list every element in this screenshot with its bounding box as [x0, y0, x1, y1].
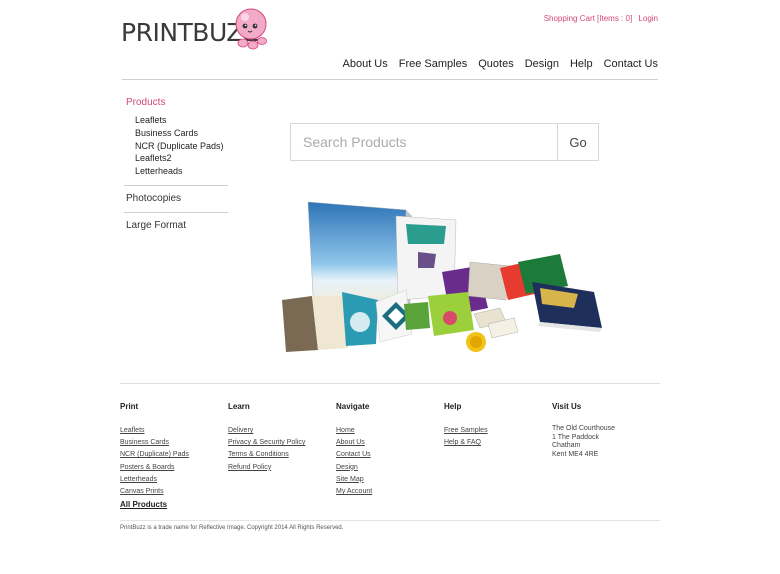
footer-heading: Visit Us	[552, 402, 582, 411]
footer-link-terms[interactable]: Terms & Conditions	[228, 449, 328, 461]
logo-text-print: PRINT	[121, 18, 193, 47]
footer-column-help: Help Free Samples Help & FAQ	[444, 402, 544, 449]
login-link[interactable]: Login	[638, 14, 658, 23]
product-showcase-image	[282, 201, 602, 352]
sidebar-divider	[124, 184, 228, 186]
search-box: Go	[290, 123, 599, 161]
footer-column-navigate: Navigate Home About Us Contact Us Design…	[336, 402, 436, 498]
footer-link-free-samples[interactable]: Free Samples	[444, 425, 544, 437]
search-go-button[interactable]: Go	[557, 124, 598, 160]
footer-heading: Learn	[228, 402, 250, 411]
address-line: 1 The Paddock	[552, 433, 599, 441]
footer-link-letterheads[interactable]: Letterheads	[120, 474, 220, 486]
shopping-cart-link[interactable]: Shopping Cart [Items : 0]	[544, 14, 633, 23]
footer-link-all-products[interactable]: All Products	[120, 498, 220, 512]
address-line: Kent ME4 4RE	[552, 450, 599, 458]
footer-link-about-us[interactable]: About Us	[336, 437, 436, 449]
sidebar-category-products[interactable]: Products	[126, 97, 228, 108]
footer-link-delivery[interactable]: Delivery	[228, 425, 328, 437]
footer-link-business-cards[interactable]: Business Cards	[120, 437, 220, 449]
address-line: Chatham	[552, 442, 581, 450]
account-bar: Shopping Cart [Items : 0] Login	[540, 14, 658, 23]
address-line: The Old Courthouse	[552, 425, 616, 432]
footer-link-posters-boards[interactable]: Posters & Boards	[120, 462, 220, 474]
footer-column-print: Print Leaflets Business Cards NCR (Dupli…	[120, 402, 220, 512]
nav-contact-us[interactable]: Contact Us	[604, 58, 658, 70]
sidebar: Products Leaflets Business Cards NCR (Du…	[124, 97, 228, 232]
footer-link-leaflets[interactable]: Leaflets	[120, 425, 220, 437]
sidebar-item-ncr[interactable]: NCR (Duplicate Pads)	[135, 140, 228, 153]
footer-heading: Print	[120, 402, 139, 411]
copyright-divider	[120, 520, 660, 521]
footer-link-home[interactable]: Home	[336, 425, 436, 437]
nav-about-us[interactable]: About Us	[343, 58, 388, 70]
search-input[interactable]	[291, 124, 557, 160]
footer-link-site-map[interactable]: Site Map	[336, 474, 436, 486]
footer-link-canvas-prints[interactable]: Canvas Prints	[120, 486, 220, 498]
logo[interactable]: PRINTBUZZ	[121, 6, 271, 54]
nav-quotes[interactable]: Quotes	[478, 58, 513, 70]
sidebar-category-large-format[interactable]: Large Format	[126, 219, 228, 232]
footer-link-privacy-policy[interactable]: Privacy & Security Policy	[228, 437, 328, 449]
sidebar-item-letterheads[interactable]: Letterheads	[135, 165, 228, 178]
main-nav: About Us Free Samples Quotes Design Help…	[343, 58, 659, 70]
footer-column-learn: Learn Delivery Privacy & Security Policy…	[228, 402, 328, 474]
sidebar-item-leaflets[interactable]: Leaflets	[135, 114, 228, 127]
footer-column-visit-us: Visit Us The Old Courthouse 1 The Paddoc…	[552, 402, 652, 459]
sidebar-item-leaflets2[interactable]: Leaflets2	[135, 152, 228, 165]
nav-free-samples[interactable]: Free Samples	[399, 58, 467, 70]
sidebar-category-photocopies[interactable]: Photocopies	[126, 192, 228, 205]
footer-link-design[interactable]: Design	[336, 462, 436, 474]
nav-design[interactable]: Design	[525, 58, 559, 70]
copyright-text: PrintBuzz is a trade name for Reflective…	[120, 525, 344, 531]
footer-link-help-faq[interactable]: Help & FAQ	[444, 437, 544, 449]
nav-help[interactable]: Help	[570, 58, 593, 70]
footer-link-my-account[interactable]: My Account	[336, 486, 436, 498]
sidebar-item-business-cards[interactable]: Business Cards	[135, 127, 228, 140]
footer-link-contact-us[interactable]: Contact Us	[336, 449, 436, 461]
header-divider	[122, 79, 658, 80]
sidebar-divider	[124, 211, 228, 213]
footer-heading: Navigate	[336, 402, 370, 411]
footer-link-ncr-pads[interactable]: NCR (Duplicate) Pads	[120, 449, 220, 461]
pink-mascot-icon	[235, 8, 267, 50]
footer-link-refund-policy[interactable]: Refund Policy	[228, 462, 328, 474]
footer-heading: Help	[444, 402, 462, 411]
footer-divider	[120, 383, 660, 384]
